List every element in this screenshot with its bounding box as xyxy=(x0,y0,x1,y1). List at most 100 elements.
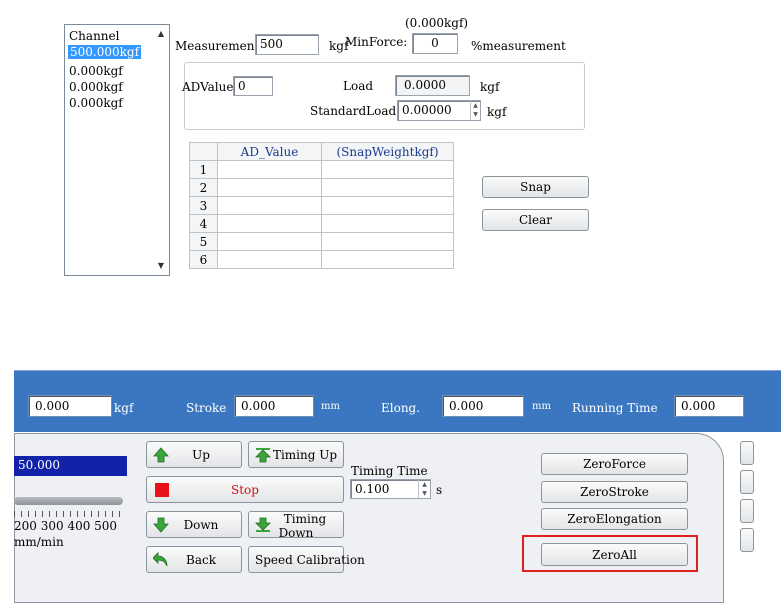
speed-unit: mm/min xyxy=(14,535,64,549)
table-row[interactable]: 3 xyxy=(189,196,454,215)
speed-calibration-button[interactable]: Speed Calibration xyxy=(248,546,365,573)
timing-down-label: Timing Down xyxy=(278,512,327,540)
back-button[interactable]: Back xyxy=(146,546,242,573)
table-row[interactable]: 4 xyxy=(189,214,454,233)
table-cell[interactable] xyxy=(321,232,454,251)
arrow-up-icon xyxy=(153,447,169,463)
elong-field: 0.000 xyxy=(442,395,524,417)
side-button-4[interactable] xyxy=(740,528,754,552)
standard-load-unit: kgf xyxy=(487,105,507,119)
speed-slider[interactable] xyxy=(14,497,123,505)
ad-value-field: 0 xyxy=(233,76,273,96)
standard-load-label: StandardLoad xyxy=(310,104,397,118)
table-row[interactable]: 1 xyxy=(189,160,454,179)
down-button-label: Down xyxy=(183,517,219,532)
min-force-caption: (0.000kgf) xyxy=(405,16,469,30)
force-field: 0.000 xyxy=(28,395,112,417)
table-header-ad-value: AD_Value xyxy=(217,142,322,161)
down-button[interactable]: Down xyxy=(146,511,242,538)
load-field: 0.0000 xyxy=(395,75,470,96)
channel-item-4[interactable]: 0.000kgf xyxy=(69,96,123,110)
stop-button[interactable]: Stop xyxy=(146,476,344,503)
table-cell[interactable] xyxy=(321,178,454,197)
table-row[interactable]: 2 xyxy=(189,178,454,197)
row-number: 6 xyxy=(189,250,218,269)
running-time-field: 0.000 xyxy=(674,395,744,417)
timing-time-label: Timing Time xyxy=(351,464,428,478)
channel-item-3[interactable]: 0.000kgf xyxy=(69,80,123,94)
zero-all-button[interactable]: ZeroAll xyxy=(541,543,688,566)
timing-time-unit: s xyxy=(436,483,443,497)
side-button-2[interactable] xyxy=(740,470,754,494)
table-cell[interactable] xyxy=(217,214,322,233)
row-number: 3 xyxy=(189,196,218,215)
back-arrow-icon xyxy=(153,552,168,567)
table-cell[interactable] xyxy=(321,250,454,269)
stroke-label: Stroke xyxy=(186,401,227,415)
channel-item-1[interactable]: 500.000kgf xyxy=(68,45,142,59)
table-header-snap-weight: (SnapWeightkgf) xyxy=(321,142,454,161)
stop-button-label: Stop xyxy=(231,482,259,497)
side-button-1[interactable] xyxy=(740,441,754,465)
load-label: Load xyxy=(343,79,374,93)
timing-up-button[interactable]: Timing Up xyxy=(248,441,344,468)
table-header-corner xyxy=(189,142,218,161)
table-cell[interactable] xyxy=(217,160,322,179)
side-button-3[interactable] xyxy=(740,499,754,523)
table-cell[interactable] xyxy=(217,232,322,251)
speed-field[interactable]: 50.000 xyxy=(14,456,127,476)
timing-up-icon xyxy=(255,448,271,463)
min-force-unit: %measurement xyxy=(471,39,566,53)
table-header-row: AD_Value (SnapWeightkgf) xyxy=(189,142,454,161)
table-cell[interactable] xyxy=(321,160,454,179)
running-time-label: Running Time xyxy=(572,401,658,415)
back-button-label: Back xyxy=(186,552,216,567)
elong-unit: mm xyxy=(532,401,551,412)
table-cell[interactable] xyxy=(321,214,454,233)
up-button-label: Up xyxy=(192,447,210,462)
ad-value-label: ADValue xyxy=(182,80,234,94)
stroke-field: 0.000 xyxy=(234,395,314,417)
standard-load-input[interactable]: 0.00000 xyxy=(397,100,481,121)
timing-down-button[interactable]: Timing Down xyxy=(248,511,344,540)
table-row[interactable]: 6 xyxy=(189,250,454,269)
measurement-label: Measurement xyxy=(175,39,260,53)
standard-load-spinner[interactable]: ▲ ▼ xyxy=(470,101,480,120)
scroll-down-icon[interactable]: ▼ xyxy=(158,261,164,270)
zero-stroke-button[interactable]: ZeroStroke xyxy=(541,481,688,503)
speed-ticks xyxy=(14,511,124,517)
timing-down-icon xyxy=(255,517,271,532)
table-cell[interactable] xyxy=(217,196,322,215)
timing-time-spinner[interactable]: ▲ ▼ xyxy=(418,480,430,498)
snap-button[interactable]: Snap xyxy=(482,176,589,198)
row-number: 2 xyxy=(189,178,218,197)
zero-elongation-button[interactable]: ZeroElongation xyxy=(541,508,688,530)
min-force-input[interactable]: 0 xyxy=(412,33,458,54)
channel-list[interactable]: Channel 500.000kgf 0.000kgf 0.000kgf 0.0… xyxy=(64,24,170,276)
row-number: 4 xyxy=(189,214,218,233)
row-number: 5 xyxy=(189,232,218,251)
stop-icon xyxy=(155,483,169,497)
table-row[interactable]: 5 xyxy=(189,232,454,251)
elong-label: Elong. xyxy=(381,401,421,415)
speed-tick-labels: 200 300 400 500 xyxy=(14,519,118,533)
min-force-label: MinForce: xyxy=(345,35,408,49)
row-number: 1 xyxy=(189,160,218,179)
arrow-down-icon xyxy=(153,517,169,533)
stroke-unit: mm xyxy=(321,401,340,412)
scroll-up-icon[interactable]: ▲ xyxy=(158,29,164,38)
channel-item-2[interactable]: 0.000kgf xyxy=(69,64,123,78)
calibration-group xyxy=(184,62,585,130)
force-unit: kgf xyxy=(114,401,134,415)
timing-up-label: Timing Up xyxy=(272,447,338,462)
clear-button[interactable]: Clear xyxy=(482,209,589,231)
up-button[interactable]: Up xyxy=(146,441,242,468)
table-cell[interactable] xyxy=(321,196,454,215)
table-cell[interactable] xyxy=(217,178,322,197)
channel-list-header: Channel xyxy=(69,29,120,43)
table-cell[interactable] xyxy=(217,250,322,269)
status-toolbar: 0.000 kgf Stroke 0.000 mm Elong. 0.000 m… xyxy=(14,370,781,432)
snap-table: AD_Value (SnapWeightkgf) 1 2 3 4 5 6 xyxy=(189,142,454,269)
zero-force-button[interactable]: ZeroForce xyxy=(541,453,688,475)
measurement-input[interactable]: 500 xyxy=(255,34,319,55)
